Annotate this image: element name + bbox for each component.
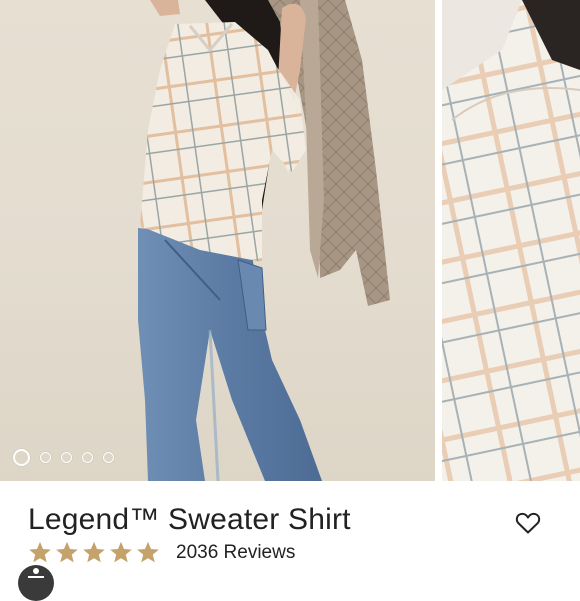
heart-outline-icon	[515, 512, 541, 534]
star-rating	[28, 541, 160, 564]
gallery-dot[interactable]	[13, 449, 30, 466]
star-icon	[83, 541, 105, 563]
gallery-dot[interactable]	[61, 452, 72, 463]
gallery-dot[interactable]	[40, 452, 51, 463]
product-info: Legend™ Sweater Shirt 2036 Reviews	[0, 481, 580, 580]
product-rating[interactable]: 2036 Reviews	[28, 541, 295, 564]
star-icon	[56, 541, 78, 563]
gallery-dot[interactable]	[82, 452, 93, 463]
product-image-gallery[interactable]	[0, 0, 580, 481]
favorite-button[interactable]	[514, 510, 542, 536]
product-photo-closeup[interactable]	[442, 0, 580, 481]
product-title: Legend™ Sweater Shirt	[28, 503, 351, 536]
product-photo-main[interactable]	[0, 0, 435, 481]
reviews-link[interactable]: 2036 Reviews	[176, 542, 295, 564]
accessibility-icon	[28, 568, 44, 578]
gallery-dot[interactable]	[103, 452, 114, 463]
accessibility-button[interactable]	[18, 565, 54, 601]
star-icon	[29, 541, 51, 563]
star-icon	[110, 541, 132, 563]
gallery-pagination	[13, 449, 114, 466]
star-icon	[137, 541, 159, 563]
